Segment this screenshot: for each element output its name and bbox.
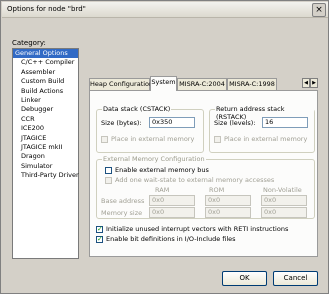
base-address-nonvolatile-input: 0x0 — [261, 195, 307, 206]
category-item[interactable]: JTAGICE mkII — [13, 143, 78, 152]
base-address-ram-input: 0x0 — [149, 195, 195, 206]
data-stack-external-checkbox — [101, 136, 108, 143]
wait-state-checkbox — [105, 177, 112, 184]
return-stack-size-input[interactable]: 16 — [262, 117, 308, 128]
title-bar: Options for node "brd" × — [2, 2, 328, 18]
init-unused-vectors-checkbox[interactable]: ✓ — [96, 226, 103, 233]
rom-column-header: ROM — [209, 186, 225, 194]
return-stack-external-label: Place in external memory — [224, 135, 308, 143]
ok-button[interactable]: OK — [222, 271, 267, 286]
tab-scroll-left-icon[interactable]: ◀ — [302, 78, 310, 88]
options-dialog: Options for node "brd" × Category: Gener… — [0, 0, 329, 294]
data-stack-size-input[interactable]: 0x350 — [149, 117, 195, 128]
base-address-label: Base address — [101, 197, 145, 205]
cancel-button[interactable]: Cancel — [273, 271, 318, 286]
enable-external-bus-checkbox[interactable] — [105, 167, 112, 174]
nonvolatile-column-header: Non-Volatile — [263, 186, 302, 194]
return-stack-group: Return address stack (RSTACK) Size (leve… — [209, 105, 315, 153]
init-unused-vectors-label: Initialize unused interrupt vectors with… — [106, 225, 289, 233]
memory-size-nonvolatile-input: 0x0 — [261, 207, 307, 218]
return-stack-external-checkbox — [214, 136, 221, 143]
base-address-rom-input: 0x0 — [205, 195, 251, 206]
category-list[interactable]: General Options C/C++ Compiler Assembler Cu… — [12, 48, 79, 259]
enable-external-bus-label: Enable external memory bus — [115, 166, 209, 174]
return-stack-size-label: Size (levels): — [214, 119, 256, 127]
tab-heap-configuration[interactable]: Heap Configuration — [89, 78, 153, 90]
external-memory-group: External Memory Configuration Enable ext… — [96, 155, 315, 219]
tab-misra-c-2004[interactable]: MISRA-C:2004 — [177, 78, 227, 90]
data-stack-group: Data stack (CSTACK) Size (bytes): 0x350 … — [96, 105, 204, 153]
category-item[interactable]: CCR — [13, 115, 78, 124]
bit-definitions-checkbox[interactable]: ✓ — [96, 236, 103, 243]
category-item[interactable]: Dragon — [13, 152, 78, 161]
system-tab-panel: Data stack (CSTACK) Size (bytes): 0x350 … — [89, 90, 318, 257]
category-item[interactable]: Debugger — [13, 105, 78, 114]
category-item[interactable]: Linker — [13, 96, 78, 105]
memory-size-ram-input: 0x0 — [149, 207, 195, 218]
window-title: Options for node "brd" — [7, 5, 86, 13]
category-item[interactable]: C/C++ Compiler — [13, 58, 78, 67]
memory-size-label: Memory size — [101, 209, 143, 217]
data-stack-size-label: Size (bytes): — [101, 119, 142, 127]
tab-system[interactable]: System — [150, 76, 177, 91]
external-memory-title: External Memory Configuration — [102, 155, 206, 163]
ram-column-header: RAM — [155, 186, 170, 194]
category-item[interactable]: JTAGICE — [13, 134, 78, 143]
category-item[interactable]: Custom Build — [13, 77, 78, 86]
memory-size-rom-input: 0x0 — [205, 207, 251, 218]
category-item[interactable]: Assembler — [13, 68, 78, 77]
wait-state-label: Add one wait-state to external memory ac… — [115, 176, 275, 184]
bit-definitions-label: Enable bit definitions in I/O-Include fi… — [106, 235, 236, 243]
tab-strip: Heap Configuration System MISRA-C:2004 M… — [89, 76, 318, 91]
category-item[interactable]: Build Actions — [13, 87, 78, 96]
data-stack-external-label: Place in external memory — [111, 135, 195, 143]
category-item[interactable]: Simulator — [13, 162, 78, 171]
data-stack-title: Data stack (CSTACK) — [102, 105, 172, 113]
tab-scroll-right-icon[interactable]: ▶ — [310, 78, 318, 88]
category-item[interactable]: Third-Party Driver — [13, 171, 79, 180]
category-item[interactable]: ICE200 — [13, 124, 78, 133]
tab-misra-c-1998[interactable]: MISRA-C:1998 — [227, 78, 277, 90]
category-label: Category: — [12, 39, 46, 47]
close-button[interactable]: × — [312, 3, 326, 17]
tab-scroll-arrows: ◀ ▶ — [302, 78, 318, 90]
category-item[interactable]: General Options — [13, 49, 78, 59]
